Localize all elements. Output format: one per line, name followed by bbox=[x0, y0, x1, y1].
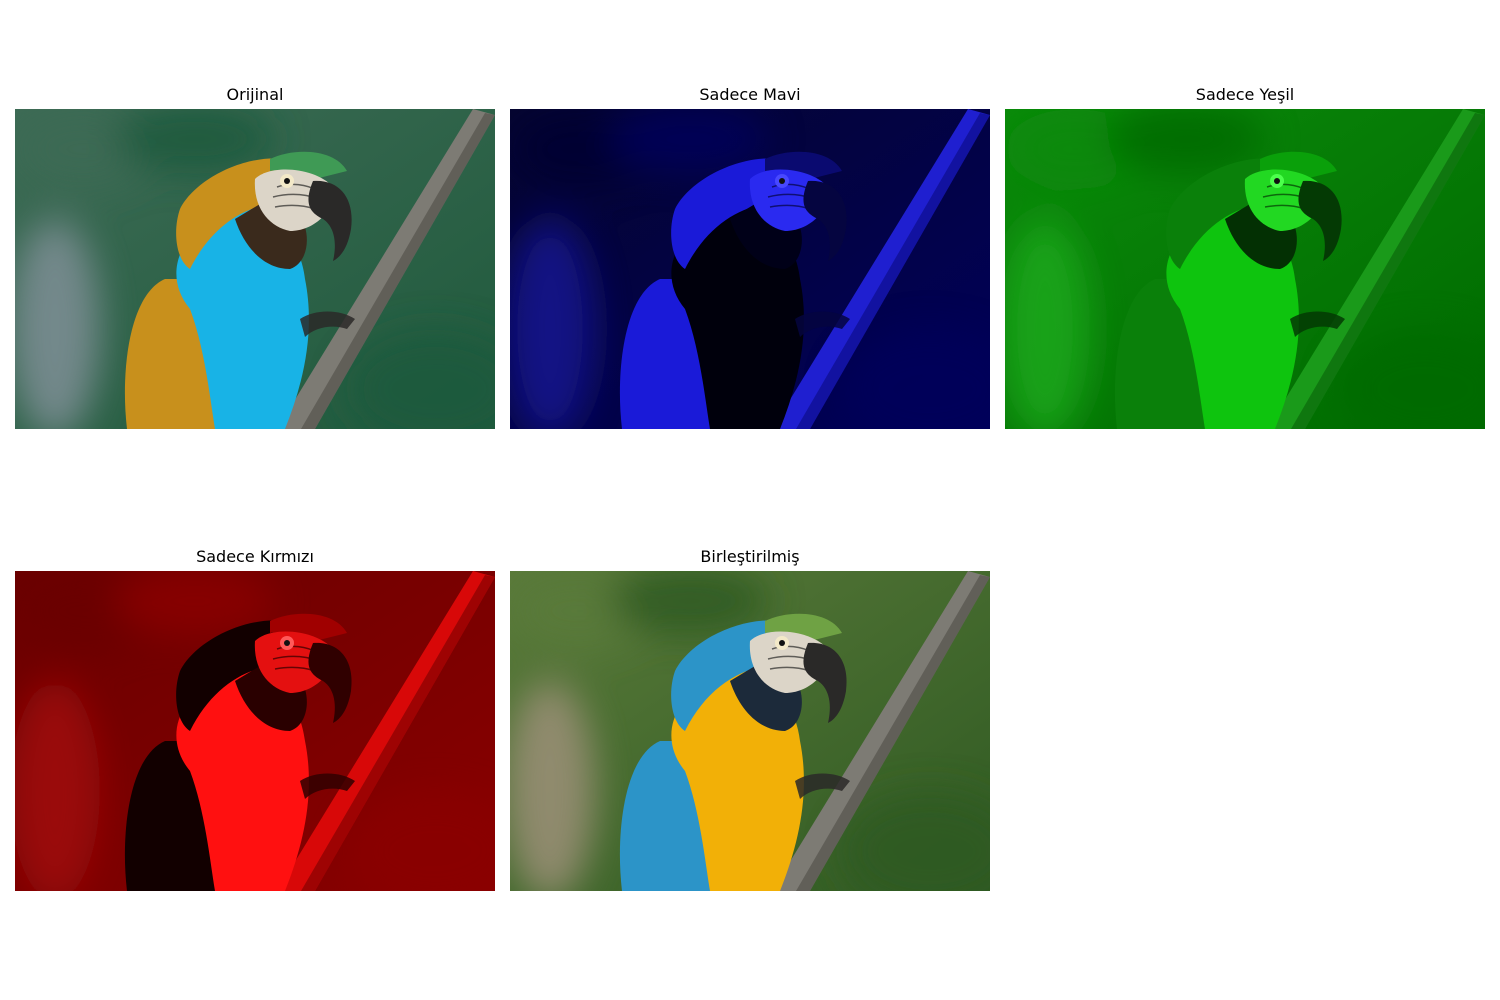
parrot-illustration bbox=[15, 109, 495, 429]
parrot-image-blue-channel bbox=[510, 109, 990, 429]
panel-title-merged: Birleştirilmiş bbox=[700, 547, 800, 566]
parrot-pupil bbox=[284, 178, 290, 184]
parrot-pupil bbox=[779, 178, 785, 184]
panel-title-green: Sadece Yeşil bbox=[1195, 85, 1295, 104]
parrot-illustration bbox=[510, 109, 990, 429]
parrot-image-green-channel bbox=[1005, 109, 1485, 429]
parrot-illustration bbox=[510, 571, 990, 891]
parrot-pupil bbox=[284, 640, 290, 646]
parrot-illustration bbox=[1005, 109, 1485, 429]
panel-title-original: Orijinal bbox=[226, 85, 284, 104]
parrot-pupil bbox=[1274, 178, 1280, 184]
parrot-image-merged bbox=[510, 571, 990, 891]
panel-title-red: Sadece Kırmızı bbox=[196, 547, 314, 566]
parrot-pupil bbox=[779, 640, 785, 646]
parrot-image-red-channel bbox=[15, 571, 495, 891]
parrot-image-original bbox=[15, 109, 495, 429]
parrot-illustration bbox=[15, 571, 495, 891]
panel-title-blue: Sadece Mavi bbox=[699, 85, 801, 104]
